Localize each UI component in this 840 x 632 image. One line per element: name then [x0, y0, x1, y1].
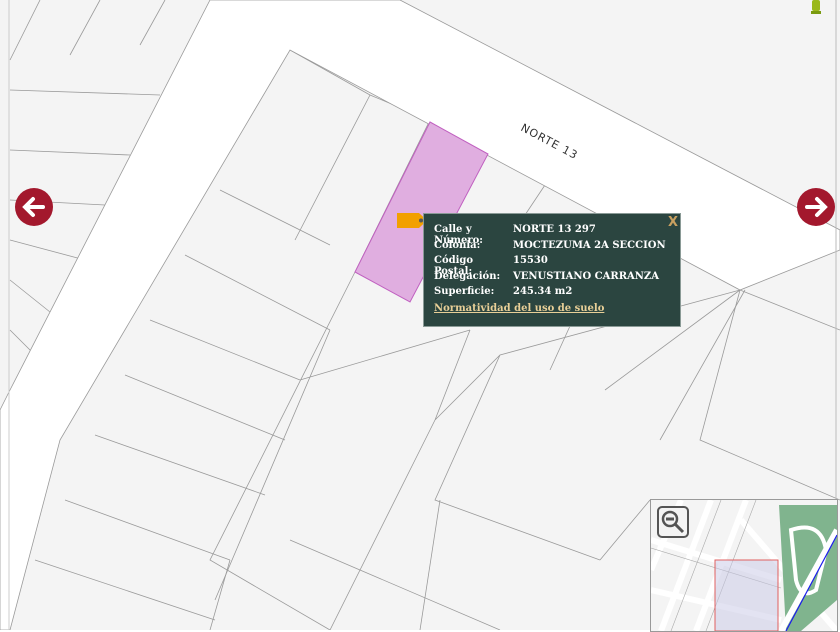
value: 245.34 m2	[513, 286, 573, 297]
value: VENUSTIANO CARRANZA	[513, 270, 659, 282]
info-row-colonia: Colonia: MOCTEZUMA 2A SECCION	[434, 240, 680, 256]
label: Código Postal:	[434, 255, 474, 277]
label: Calle y Número:	[434, 224, 483, 246]
pushpin-icon[interactable]	[810, 0, 822, 14]
value: 15530	[513, 255, 548, 266]
info-row-postal: Código Postal: 15530	[434, 255, 680, 277]
label: Delegación:	[434, 270, 501, 282]
info-row-address: Calle y Número: NORTE 13 297	[434, 224, 680, 246]
prev-button[interactable]	[15, 188, 53, 226]
overview-minimap[interactable]	[650, 499, 838, 632]
info-row-superficie: Superficie: 245.34 m2	[434, 286, 680, 302]
value: MOCTEZUMA 2A SECCION	[513, 239, 666, 251]
label: Superficie:	[434, 286, 495, 297]
arrow-left-icon	[22, 197, 45, 217]
value: NORTE 13 297	[513, 224, 596, 235]
label: Colonia:	[434, 239, 481, 251]
zoom-out-icon[interactable]	[657, 506, 689, 538]
close-button[interactable]: X	[668, 215, 678, 230]
next-button[interactable]	[797, 188, 835, 226]
land-use-link[interactable]: Normatividad del uso de suelo	[434, 303, 680, 314]
info-row-delegacion: Delegación: VENUSTIANO CARRANZA	[434, 271, 680, 287]
arrow-right-icon	[805, 197, 828, 217]
parcel-info-popup: X Calle y Número: NORTE 13 297 Colonia: MO…	[423, 213, 681, 327]
